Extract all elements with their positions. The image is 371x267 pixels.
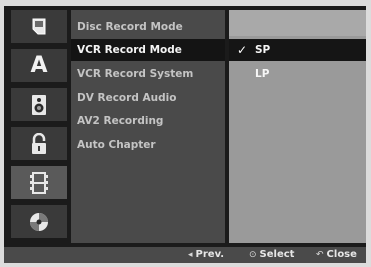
option-label: LP	[255, 68, 270, 80]
category-recording[interactable]	[11, 166, 67, 199]
category-icon-column: A	[11, 10, 67, 243]
select-label: Select	[259, 249, 295, 260]
close-label: Close	[326, 249, 357, 260]
return-icon: ↶	[316, 250, 324, 260]
category-disc[interactable]	[11, 10, 67, 43]
category-lock[interactable]	[11, 127, 67, 160]
enter-button-icon: ⊙	[249, 250, 257, 260]
setup-menu-screen: A Disc Record Mode VCR Record Mode VCR R…	[4, 6, 366, 263]
menu-item-disc-record-mode[interactable]: Disc Record Mode	[71, 16, 225, 38]
menu-item-dv-record-audio[interactable]: DV Record Audio	[71, 87, 225, 109]
menu-item-av2-recording[interactable]: AV2 Recording	[71, 110, 225, 132]
menu-item-vcr-record-system[interactable]: VCR Record System	[71, 63, 225, 85]
options-panel: ✓ SP LP	[229, 10, 366, 243]
select-hint[interactable]: ⊙ Select	[249, 247, 294, 263]
dvd-disc-icon	[28, 211, 50, 233]
category-dvd[interactable]	[11, 205, 67, 238]
prev-hint[interactable]: ◂ Prev.	[188, 247, 224, 263]
checkmark-icon: ✓	[237, 43, 248, 57]
lock-icon	[30, 132, 48, 155]
menu-item-auto-chapter[interactable]: Auto Chapter	[71, 134, 225, 156]
category-audio[interactable]	[11, 88, 67, 121]
recording-settings-menu: Disc Record Mode VCR Record Mode VCR Rec…	[71, 10, 225, 243]
menu-item-vcr-record-mode[interactable]: VCR Record Mode	[71, 39, 225, 61]
option-sp[interactable]: ✓ SP	[229, 39, 366, 61]
options-header-band	[229, 10, 366, 36]
disc-icon	[28, 16, 50, 38]
left-arrow-icon: ◂	[188, 250, 193, 260]
film-record-icon	[29, 171, 49, 194]
option-label: SP	[255, 44, 271, 56]
category-language[interactable]: A	[11, 49, 67, 82]
prev-label: Prev.	[195, 249, 225, 260]
option-lp[interactable]: LP	[229, 63, 366, 85]
audio-language-icon: A	[30, 53, 48, 78]
close-hint[interactable]: ↶ Close	[316, 247, 357, 263]
navigation-hint-bar: ◂ Prev. ⊙ Select ↶ Close	[4, 247, 366, 263]
speaker-icon	[30, 94, 48, 116]
